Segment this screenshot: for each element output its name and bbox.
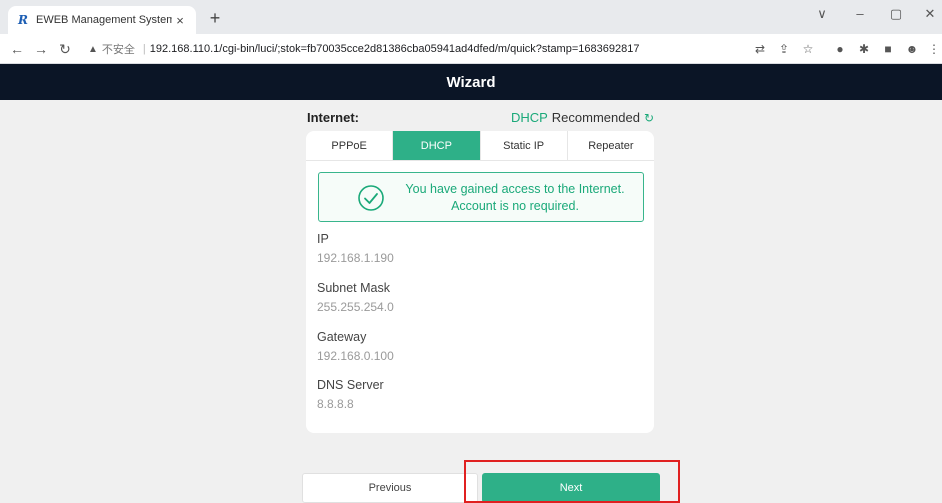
share-icon[interactable]: ⇪ (776, 41, 792, 57)
eweb-logo-icon: R (18, 13, 28, 27)
tab-repeater[interactable]: Repeater (568, 131, 654, 160)
gateway-label: Gateway (317, 330, 367, 344)
subnet-mask-label: Subnet Mask (317, 281, 390, 295)
reload-icon[interactable]: ↻ (56, 40, 74, 58)
tab-static-ip[interactable]: Static IP (481, 131, 568, 160)
refresh-icon[interactable]: ↻ (644, 111, 654, 125)
puzzle-icon[interactable]: ✱ (856, 41, 872, 57)
tab-close-icon[interactable]: × (172, 13, 188, 28)
recommended-indicator: DHCP Recommended ↻ (511, 110, 654, 125)
next-button[interactable]: Next (482, 473, 660, 503)
profile-icon[interactable]: ☻ (904, 41, 920, 57)
omnibox[interactable]: ▲ 不安全 | 192.168.110.1/cgi-bin/luci/;stok… (88, 38, 738, 60)
new-tab-icon[interactable]: + (204, 8, 226, 28)
minimize-icon[interactable]: – (850, 6, 870, 21)
connection-type-tabs: PPPoE DHCP Static IP Repeater (306, 131, 654, 161)
ip-value: 192.168.1.190 (317, 251, 394, 265)
recommended-text: Recommended (551, 110, 640, 125)
extension-icon[interactable]: ● (832, 41, 848, 57)
menu-icon[interactable]: ⋮ (926, 41, 942, 57)
insecure-label: 不安全 (101, 44, 135, 56)
dns-server-value: 8.8.8.8 (317, 397, 354, 411)
gateway-value: 192.168.0.100 (317, 349, 394, 363)
address-bar: ← → ↻ ▲ 不安全 | 192.168.110.1/cgi-bin/luci… (0, 34, 942, 64)
tab-dhcp[interactable]: DHCP (393, 131, 481, 160)
success-line-2: Account is no required. (451, 199, 579, 213)
browser-tab-strip: R EWEB Management System × + ∨ – ▢ ✕ (0, 0, 942, 34)
page-title: Wizard (446, 73, 496, 91)
side-panel-icon[interactable]: ■ (880, 41, 896, 57)
dns-server-label: DNS Server (317, 378, 384, 392)
tab-title: EWEB Management System (36, 14, 172, 26)
divider: | (142, 43, 146, 55)
recommended-type: DHCP (510, 110, 548, 125)
warning-icon: ▲ (88, 43, 98, 55)
tab-search-icon[interactable]: ∨ (812, 6, 832, 22)
wizard-header: Wizard (0, 64, 942, 100)
success-text: You have gained access to the Internet. … (397, 181, 633, 215)
url-text: 192.168.110.1/cgi-bin/luci/;stok=fb70035… (149, 43, 640, 55)
connection-card: PPPoE DHCP Static IP Repeater You have g… (306, 131, 654, 433)
subnet-mask-value: 255.255.254.0 (317, 300, 394, 314)
check-circle-icon (358, 185, 384, 211)
previous-button[interactable]: Previous (302, 473, 478, 503)
restore-icon[interactable]: ▢ (886, 6, 906, 22)
success-line-1: You have gained access to the Internet. (405, 182, 625, 196)
forward-icon[interactable]: → (32, 40, 50, 58)
translate-icon[interactable]: ⇄ (752, 41, 768, 57)
back-icon[interactable]: ← (8, 40, 26, 58)
bookmark-star-icon[interactable]: ☆ (800, 41, 816, 57)
close-window-icon[interactable]: ✕ (920, 6, 940, 22)
ip-label: IP (317, 232, 329, 246)
browser-tab[interactable]: R EWEB Management System × (8, 6, 196, 34)
internet-label: Internet: (307, 110, 359, 125)
tab-pppoe[interactable]: PPPoE (306, 131, 394, 160)
success-message-box: You have gained access to the Internet. … (318, 172, 644, 222)
